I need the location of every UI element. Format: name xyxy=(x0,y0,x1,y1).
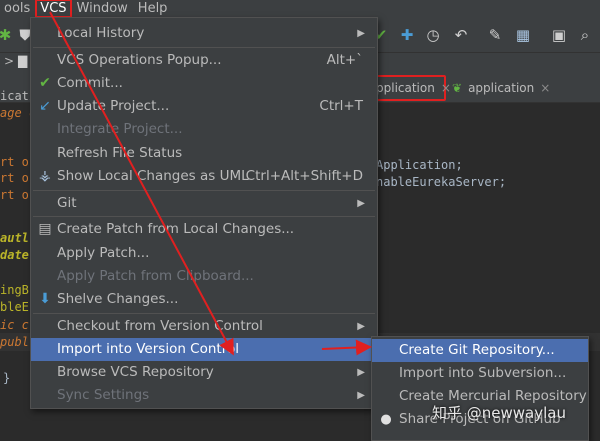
menu-item-label: Refresh File Status xyxy=(57,145,183,161)
submenu-arrow-icon: ▶ xyxy=(357,28,365,39)
tab-application[interactable]: ❦ application × xyxy=(452,73,562,103)
menu-item-commit[interactable]: ✔ Commit... xyxy=(31,72,377,95)
tab-label: pplication xyxy=(376,81,435,95)
rollback-icon[interactable]: ↶ xyxy=(452,26,470,44)
submenu-arrow-icon: ▶ xyxy=(357,344,365,355)
menu-window[interactable]: Window xyxy=(73,0,132,17)
menu-item-git[interactable]: Git ▶ xyxy=(31,192,377,215)
update-arrow-icon[interactable]: ✚ xyxy=(398,26,416,44)
code-fragment: } xyxy=(3,371,11,385)
commit-check-icon: ✔ xyxy=(39,75,51,91)
shelve-icon: ⬇ xyxy=(39,291,51,307)
search-icon[interactable]: ⌕ xyxy=(576,26,594,44)
code-fragment: bleE xyxy=(0,300,29,314)
menu-separator xyxy=(33,190,375,191)
submenu-arrow-icon: ▶ xyxy=(357,321,365,332)
menu-item-browse-vcs-repository[interactable]: Browse VCS Repository ▶ xyxy=(31,361,377,384)
code-fragment: rt o xyxy=(0,171,29,185)
menu-item-label: Browse VCS Repository xyxy=(57,364,214,380)
project-structure-icon[interactable]: ▦ xyxy=(514,26,532,44)
menu-item-shortcut: Alt+` xyxy=(326,52,363,68)
menu-tools[interactable]: ools xyxy=(0,0,34,17)
menu-item-label: Apply Patch... xyxy=(57,245,150,261)
code-fragment: publ xyxy=(0,335,29,349)
menu-item-local-history[interactable]: Local History ▶ xyxy=(31,22,377,45)
menu-item-label: Git xyxy=(57,195,77,211)
menu-vcs[interactable]: VCS xyxy=(35,0,72,18)
menu-item-label: Shelve Changes... xyxy=(57,291,179,307)
menu-item-refresh-file-status[interactable]: Refresh File Status xyxy=(31,142,377,165)
menu-item-label: Update Project... xyxy=(57,98,170,114)
code-fragment: ic c xyxy=(0,318,29,332)
menu-item-label: Apply Patch from Clipboard... xyxy=(57,268,254,284)
code-fragment: rt o xyxy=(0,155,29,169)
menu-item-label: Commit... xyxy=(57,75,123,91)
code-fragment: ingB xyxy=(0,283,29,297)
submenu-item-label: Create Git Repository... xyxy=(399,342,555,358)
submenu-item-create-git-repository[interactable]: Create Git Repository... xyxy=(372,339,588,362)
submenu-item-label: Import into Subversion... xyxy=(399,365,567,381)
menubar: ools VCS Window Help xyxy=(0,0,600,18)
wrench-icon[interactable]: ✎ xyxy=(486,26,504,44)
submenu-arrow-icon: ▶ xyxy=(357,390,365,401)
chevron-right-icon: > xyxy=(4,54,15,68)
menu-item-vcs-operations-popup[interactable]: VCS Operations Popup... Alt+` xyxy=(31,49,377,72)
menu-item-label: Import into Version Control xyxy=(57,341,239,357)
menu-item-shelve-changes[interactable]: ⬇ Shelve Changes... xyxy=(31,288,377,311)
menu-item-apply-patch-clipboard: Apply Patch from Clipboard... xyxy=(31,265,377,288)
code-line: Application; xyxy=(376,158,463,172)
menu-item-label: Integrate Project... xyxy=(57,121,183,137)
submenu-arrow-icon: ▶ xyxy=(357,198,365,209)
menu-item-apply-patch[interactable]: Apply Patch... xyxy=(31,242,377,265)
tab-application-main[interactable]: pplication × xyxy=(372,75,451,101)
menu-item-label: VCS Operations Popup... xyxy=(57,52,222,68)
patch-file-icon: ▤ xyxy=(38,221,52,237)
menu-item-integrate-project: Integrate Project... xyxy=(31,118,377,141)
code-fragment: date xyxy=(0,248,29,262)
vcs-menu: Local History ▶ VCS Operations Popup... … xyxy=(30,17,378,409)
code-line: nableEurekaServer; xyxy=(376,175,507,189)
folder-icon[interactable]: ▇ xyxy=(18,54,27,68)
watermark: 知乎 @newwaylau xyxy=(432,404,566,422)
close-icon[interactable]: × xyxy=(441,81,451,95)
tab-label: application xyxy=(468,81,535,95)
code-fragment: rt o xyxy=(0,188,29,202)
menu-item-create-patch[interactable]: ▤ Create Patch from Local Changes... xyxy=(31,218,377,241)
menu-item-checkout-from-vcs[interactable]: Checkout from Version Control ▶ xyxy=(31,315,377,338)
gear-icon[interactable]: ✱ xyxy=(0,26,14,44)
menu-separator xyxy=(33,313,375,314)
menu-item-label: Show Local Changes as UML xyxy=(57,168,249,184)
submenu-arrow-icon: ▶ xyxy=(357,367,365,378)
github-icon: ● xyxy=(380,412,392,427)
run-console-icon[interactable]: ▣ xyxy=(550,26,568,44)
menu-help[interactable]: Help xyxy=(134,0,172,17)
spring-leaf-icon: ❦ xyxy=(452,81,463,95)
menu-item-sync-settings: Sync Settings ▶ xyxy=(31,384,377,407)
import-into-vcs-submenu: Create Git Repository... Import into Sub… xyxy=(371,336,589,441)
menu-item-label: Local History xyxy=(57,25,145,41)
menu-item-label: Checkout from Version Control xyxy=(57,318,263,334)
close-icon[interactable]: × xyxy=(540,81,550,95)
menu-item-label: Sync Settings xyxy=(57,387,150,403)
menu-separator xyxy=(33,47,375,48)
menu-item-shortcut: Ctrl+Alt+Shift+D xyxy=(245,168,363,184)
menu-item-shortcut: Ctrl+T xyxy=(319,98,363,114)
submenu-item-import-into-subversion[interactable]: Import into Subversion... xyxy=(372,362,588,385)
menu-item-show-local-changes-uml[interactable]: ⚶ Show Local Changes as UML Ctrl+Alt+Shi… xyxy=(31,165,377,188)
uml-diagram-icon: ⚶ xyxy=(39,168,51,184)
menu-item-import-into-vcs[interactable]: Import into Version Control ▶ xyxy=(31,338,377,361)
menu-item-label: Create Patch from Local Changes... xyxy=(57,221,295,237)
code-fragment: autl xyxy=(0,231,29,245)
history-clock-icon[interactable]: ◷ xyxy=(424,26,442,44)
menu-item-update-project[interactable]: ↙ Update Project... Ctrl+T xyxy=(31,95,377,118)
update-arrow-icon: ↙ xyxy=(39,98,51,114)
menu-separator xyxy=(33,216,375,217)
